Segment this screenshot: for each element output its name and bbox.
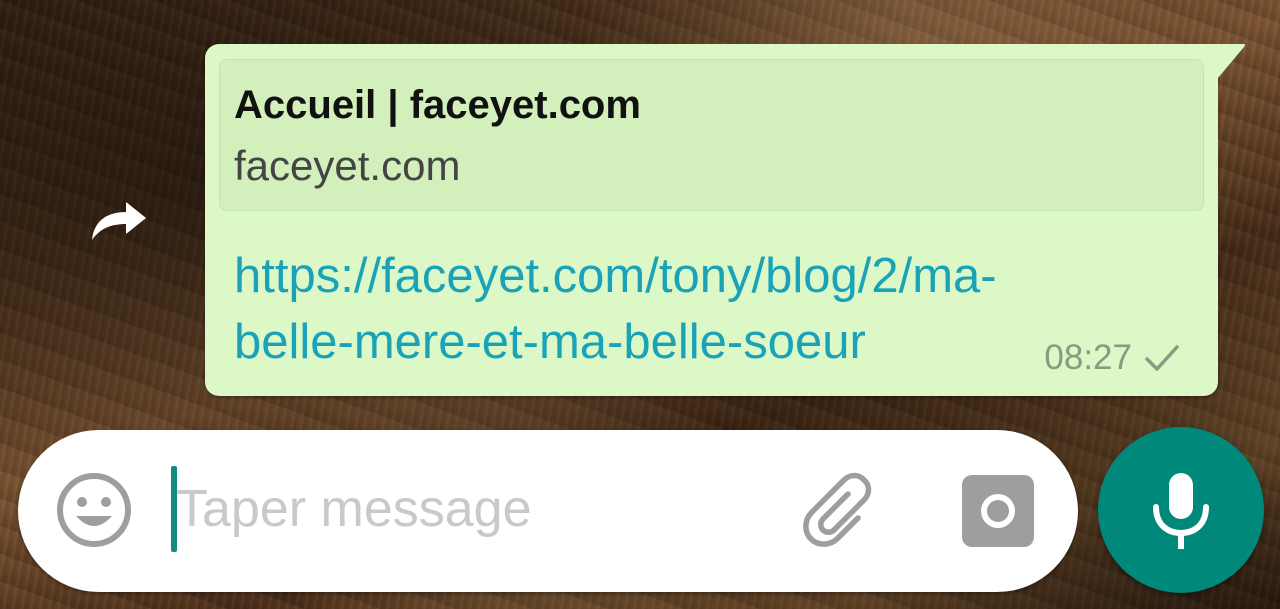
single-check-icon xyxy=(1145,345,1179,371)
message-meta: 08:27 xyxy=(1044,338,1180,378)
microphone-icon xyxy=(1153,473,1209,549)
message-input[interactable] xyxy=(168,464,786,554)
message-time: 08:27 xyxy=(1044,338,1132,377)
voice-record-button[interactable] xyxy=(1098,427,1264,593)
forward-icon[interactable] xyxy=(88,196,150,244)
smiley-icon[interactable] xyxy=(54,470,134,550)
link-preview-domain: faceyet.com xyxy=(234,142,461,189)
message-link-line[interactable]: https://faceyet.com/tony/blog/2/ma- xyxy=(234,243,1194,309)
paperclip-icon[interactable] xyxy=(800,472,880,552)
message-bubble[interactable]: Accueil | faceyet.com faceyet.com https:… xyxy=(205,44,1218,396)
message-composer xyxy=(18,430,1078,592)
text-caret xyxy=(171,466,177,552)
link-preview-title: Accueil | faceyet.com xyxy=(234,83,641,127)
camera-icon[interactable] xyxy=(960,473,1036,549)
bubble-tail xyxy=(1206,44,1245,78)
